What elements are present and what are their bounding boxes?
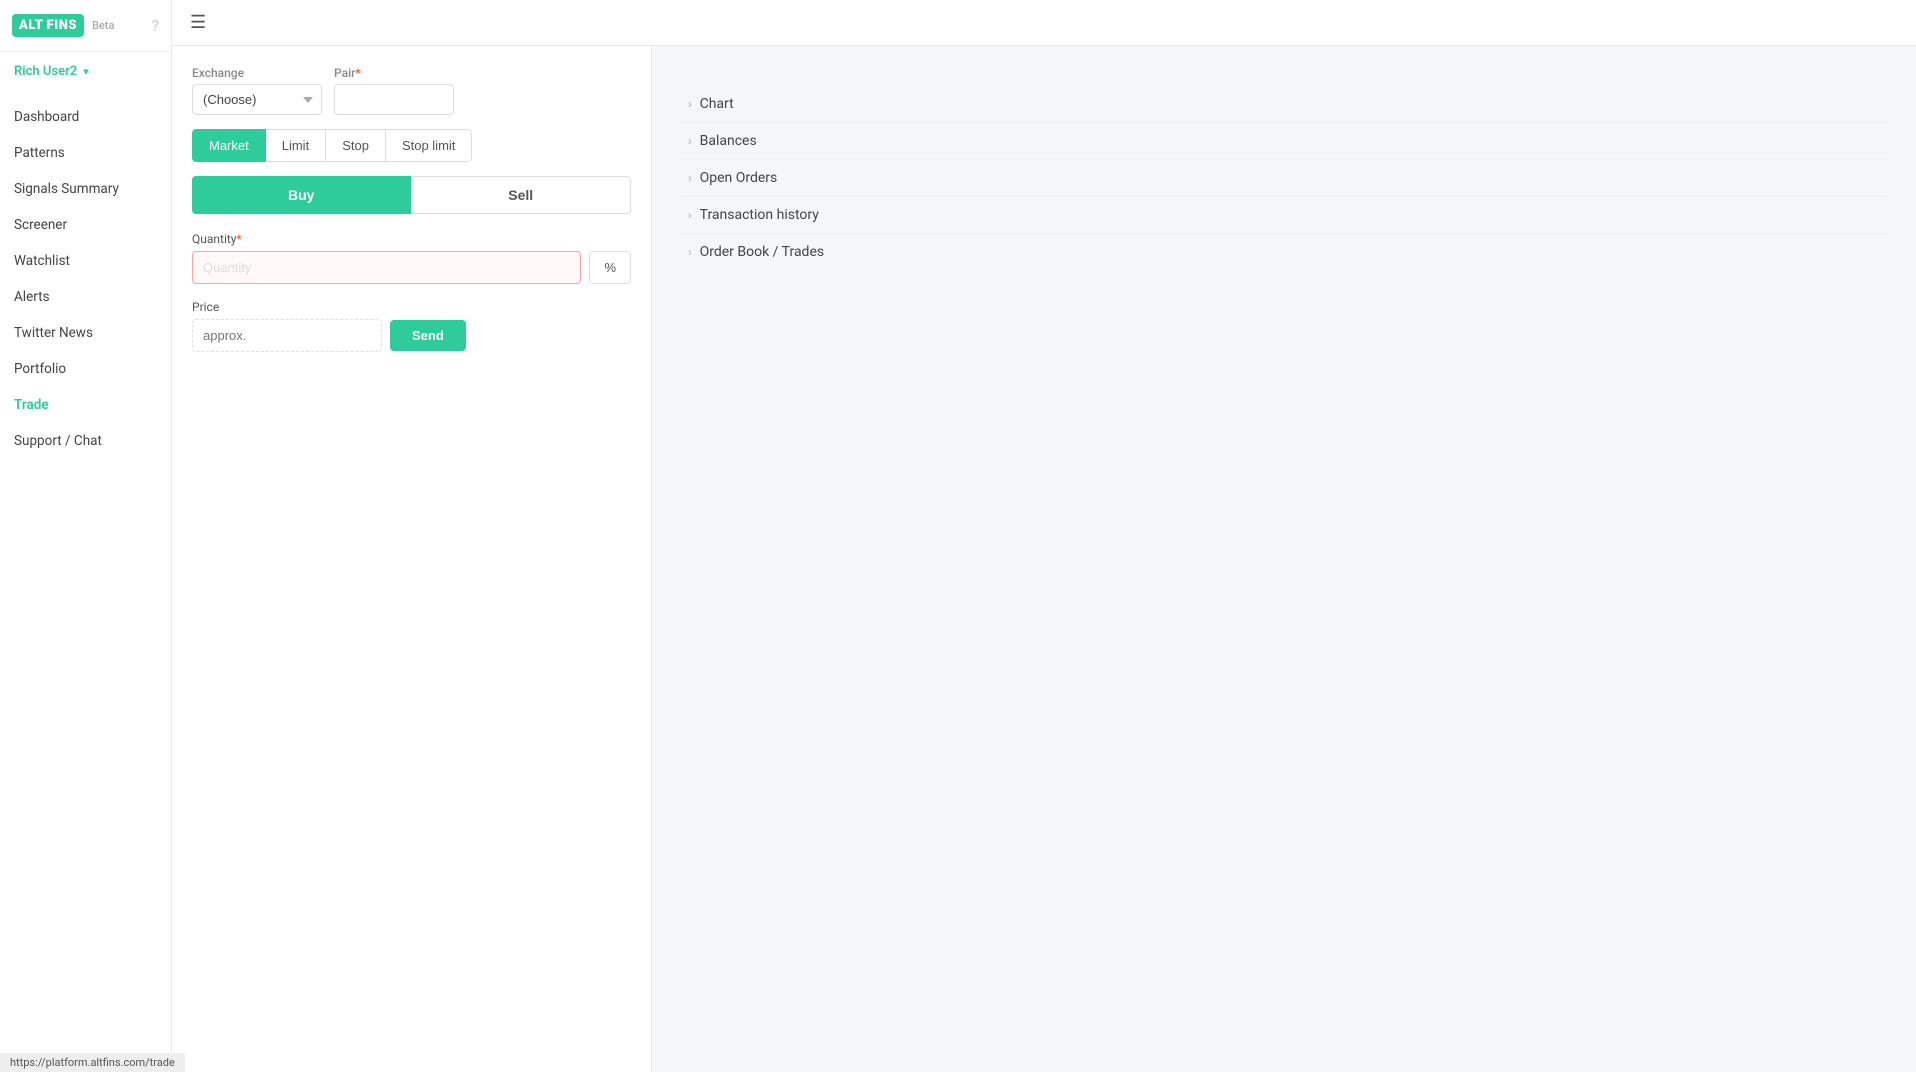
right-link-balances[interactable]: › Balances [682, 123, 1886, 160]
pair-input[interactable] [334, 84, 454, 115]
sidebar-item-alerts[interactable]: Alerts [0, 279, 171, 315]
chevron-down-icon: ▾ [83, 65, 89, 78]
quantity-row: % [192, 251, 631, 284]
exchange-group: Exchange (Choose) [192, 66, 322, 115]
help-icon[interactable]: ? [151, 16, 159, 35]
right-link-balances-label: Balances [700, 133, 757, 149]
price-input[interactable] [192, 319, 382, 352]
order-type-stop-limit[interactable]: Stop limit [386, 129, 472, 162]
status-url: https://platform.altfins.com/trade [10, 1056, 175, 1069]
exchange-select[interactable]: (Choose) [192, 84, 322, 115]
trade-panel: Exchange (Choose) Pair* Market Limit Sto… [172, 46, 652, 1072]
exchange-pair-row: Exchange (Choose) Pair* [192, 66, 631, 115]
price-section: Price Send [192, 300, 631, 352]
quantity-input[interactable] [192, 251, 581, 284]
right-link-chart-label: Chart [700, 96, 734, 112]
sidebar-item-signals-summary[interactable]: Signals Summary [0, 171, 171, 207]
hamburger-icon[interactable]: ☰ [190, 12, 206, 33]
status-bar: https://platform.altfins.com/trade [0, 1053, 185, 1072]
right-link-open-orders[interactable]: › Open Orders [682, 160, 1886, 197]
right-link-chart[interactable]: › Chart [682, 86, 1886, 123]
exchange-label: Exchange [192, 66, 322, 80]
buy-button[interactable]: Buy [192, 176, 411, 214]
user-name: Rich User2 [14, 64, 77, 79]
content-area: Exchange (Choose) Pair* Market Limit Sto… [172, 46, 1916, 1072]
right-link-transaction-history[interactable]: › Transaction history [682, 197, 1886, 234]
quantity-required: * [236, 232, 241, 246]
right-link-open-orders-label: Open Orders [700, 170, 778, 186]
right-links: › Chart › Balances › Open Orders › Trans… [672, 66, 1896, 290]
pair-label: Pair* [334, 66, 454, 80]
logo-box: ALT FINS [12, 14, 84, 37]
right-link-order-book-label: Order Book / Trades [700, 244, 825, 260]
pair-group: Pair* [334, 66, 454, 115]
price-row: Send [192, 319, 631, 352]
order-type-limit[interactable]: Limit [266, 129, 326, 162]
chevron-right-icon: › [688, 134, 692, 148]
user-section[interactable]: Rich User2 ▾ [0, 52, 171, 91]
sidebar-item-dashboard[interactable]: Dashboard [0, 99, 171, 135]
beta-badge: Beta [92, 19, 114, 32]
sidebar-item-twitter-news[interactable]: Twitter News [0, 315, 171, 351]
sidebar-item-portfolio[interactable]: Portfolio [0, 351, 171, 387]
chevron-right-icon: › [688, 97, 692, 111]
percent-button[interactable]: % [589, 251, 631, 284]
send-button[interactable]: Send [390, 320, 466, 351]
logo-area: ALT FINS Beta ? [0, 0, 171, 52]
topbar: ☰ [172, 0, 1916, 46]
right-link-order-book[interactable]: › Order Book / Trades [682, 234, 1886, 270]
sell-button[interactable]: Sell [411, 176, 632, 214]
chevron-right-icon: › [688, 208, 692, 222]
order-type-row: Market Limit Stop Stop limit [192, 129, 631, 162]
quantity-section: Quantity* % [192, 232, 631, 284]
right-link-transaction-history-label: Transaction history [700, 207, 819, 223]
sidebar-item-support-chat[interactable]: Support / Chat [0, 423, 171, 459]
quantity-label: Quantity* [192, 232, 631, 246]
main-content: ☰ Exchange (Choose) Pair* [172, 0, 1916, 1072]
buy-sell-row: Buy Sell [192, 176, 631, 214]
price-label: Price [192, 300, 631, 314]
nav-menu: Dashboard Patterns Signals Summary Scree… [0, 91, 171, 1072]
chevron-right-icon: › [688, 171, 692, 185]
chevron-right-icon: › [688, 245, 692, 259]
pair-required: * [355, 66, 360, 80]
sidebar-item-trade[interactable]: Trade [0, 387, 171, 423]
right-panel: › Chart › Balances › Open Orders › Trans… [652, 46, 1916, 1072]
order-type-stop[interactable]: Stop [326, 129, 386, 162]
sidebar-item-patterns[interactable]: Patterns [0, 135, 171, 171]
order-type-market[interactable]: Market [192, 129, 266, 162]
sidebar-item-screener[interactable]: Screener [0, 207, 171, 243]
sidebar: ALT FINS Beta ? Rich User2 ▾ Dashboard P… [0, 0, 172, 1072]
sidebar-item-watchlist[interactable]: Watchlist [0, 243, 171, 279]
